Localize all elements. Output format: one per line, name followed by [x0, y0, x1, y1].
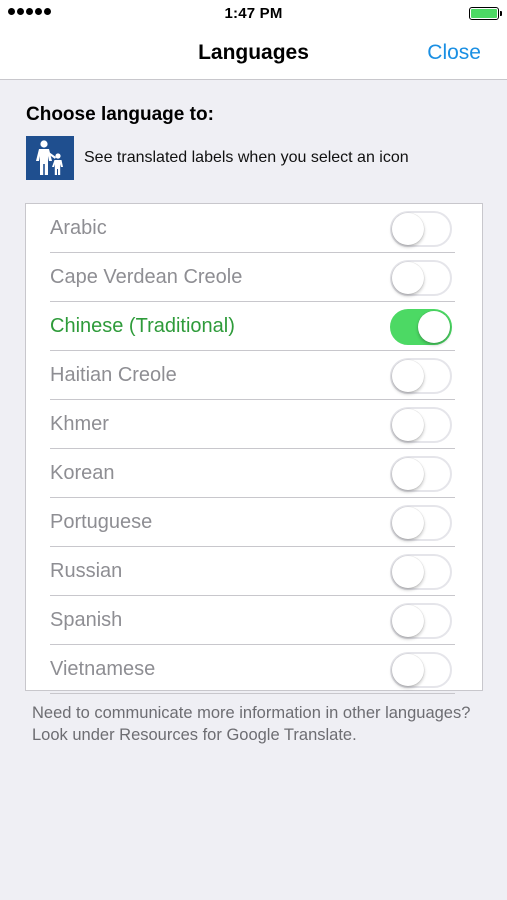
toggle-knob — [392, 360, 424, 392]
language-row[interactable]: Russian — [50, 547, 455, 596]
status-bar: 1:47 PM — [0, 0, 507, 28]
status-time: 1:47 PM — [224, 5, 283, 22]
language-label: Chinese (Traditional) — [50, 314, 235, 337]
language-toggle[interactable] — [390, 505, 452, 541]
toggle-knob — [392, 507, 424, 539]
language-row[interactable]: Korean — [50, 449, 455, 498]
language-label: Vietnamese — [50, 657, 156, 680]
battery-icon — [469, 7, 502, 20]
language-row[interactable]: Arabic — [50, 204, 455, 253]
language-label: Russian — [50, 559, 123, 582]
language-label: Spanish — [50, 608, 123, 631]
footer-note: Need to communicate more information in … — [32, 704, 471, 744]
toggle-knob — [392, 556, 424, 588]
navigation-bar: Languages Close — [0, 28, 507, 80]
family-icon — [26, 136, 74, 180]
language-label: Portuguese — [50, 510, 153, 533]
language-toggle[interactable] — [390, 554, 452, 590]
info-row: See translated labels when you select an… — [26, 136, 409, 180]
language-row[interactable]: Cape Verdean Creole — [50, 253, 455, 302]
language-toggle[interactable] — [390, 603, 452, 639]
language-row[interactable]: Chinese (Traditional) — [50, 302, 455, 351]
toggle-knob — [392, 213, 424, 245]
language-row[interactable]: Khmer — [50, 400, 455, 449]
toggle-knob — [392, 262, 424, 294]
language-label: Khmer — [50, 412, 109, 435]
language-toggle[interactable] — [390, 407, 452, 443]
language-row[interactable]: Portuguese — [50, 498, 455, 547]
toggle-knob — [392, 409, 424, 441]
language-row[interactable]: Vietnamese — [50, 645, 455, 694]
language-list: Arabic Cape Verdean Creole Chinese (Tradit… — [25, 203, 483, 694]
language-toggle[interactable] — [390, 309, 452, 345]
toggle-knob — [392, 654, 424, 686]
language-row[interactable]: Spanish — [50, 596, 455, 645]
section-heading: Choose language to: — [26, 104, 214, 125]
toggle-knob — [418, 311, 450, 343]
toggle-knob — [392, 605, 424, 637]
language-row[interactable]: Haitian Creole — [50, 351, 455, 400]
language-label: Cape Verdean Creole — [50, 265, 243, 288]
info-text: See translated labels when you select an… — [84, 149, 409, 166]
language-toggle[interactable] — [390, 652, 452, 688]
toggle-knob — [392, 458, 424, 490]
language-label: Korean — [50, 461, 115, 484]
language-label: Arabic — [50, 216, 107, 239]
language-toggle[interactable] — [390, 211, 452, 247]
language-toggle[interactable] — [390, 456, 452, 492]
language-toggle[interactable] — [390, 260, 452, 296]
language-label: Haitian Creole — [50, 363, 177, 386]
language-toggle[interactable] — [390, 358, 452, 394]
close-button[interactable]: Close — [427, 41, 481, 65]
